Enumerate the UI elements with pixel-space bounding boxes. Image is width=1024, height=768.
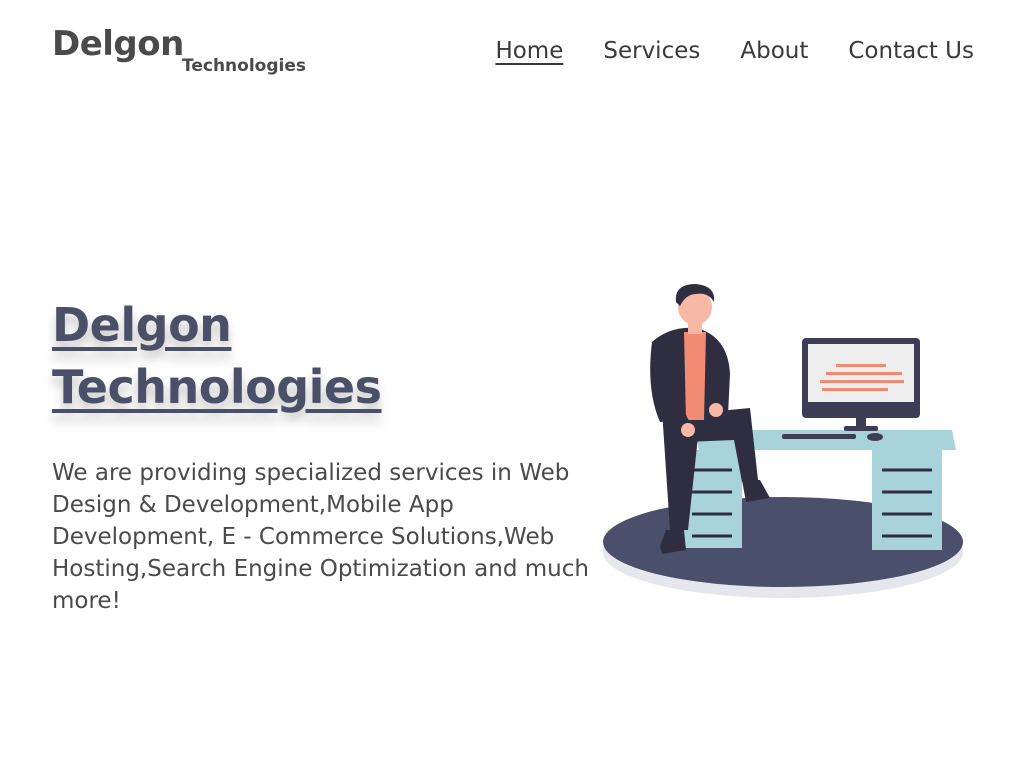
nav-services-link[interactable]: Services bbox=[603, 34, 700, 68]
logo-main-text: Delgon bbox=[52, 24, 184, 64]
hero-title-line1: Delgon bbox=[52, 298, 232, 352]
hero-description: We are providing specialized services in… bbox=[52, 460, 589, 614]
hero-title-line2: Technologies bbox=[52, 360, 382, 414]
nav-home-link[interactable]: Home bbox=[495, 34, 563, 68]
mouse bbox=[867, 433, 883, 441]
person-shirt bbox=[684, 332, 706, 420]
keyboard bbox=[782, 434, 856, 439]
hero-title: Delgon Technologies bbox=[52, 294, 552, 418]
logo[interactable]: Delgon Technologies bbox=[52, 24, 322, 84]
hero-illustration bbox=[603, 284, 963, 598]
nav-contact-link[interactable]: Contact Us bbox=[848, 34, 974, 68]
page: Delgon Technologies Home Services About … bbox=[0, 0, 1024, 768]
person-hand-left bbox=[681, 423, 695, 437]
logo-sub-text: Technologies bbox=[182, 56, 306, 76]
person-hand-right bbox=[709, 403, 723, 417]
nav-about-link[interactable]: About bbox=[740, 34, 808, 68]
main-nav: Home Services About Contact Us bbox=[495, 34, 974, 68]
